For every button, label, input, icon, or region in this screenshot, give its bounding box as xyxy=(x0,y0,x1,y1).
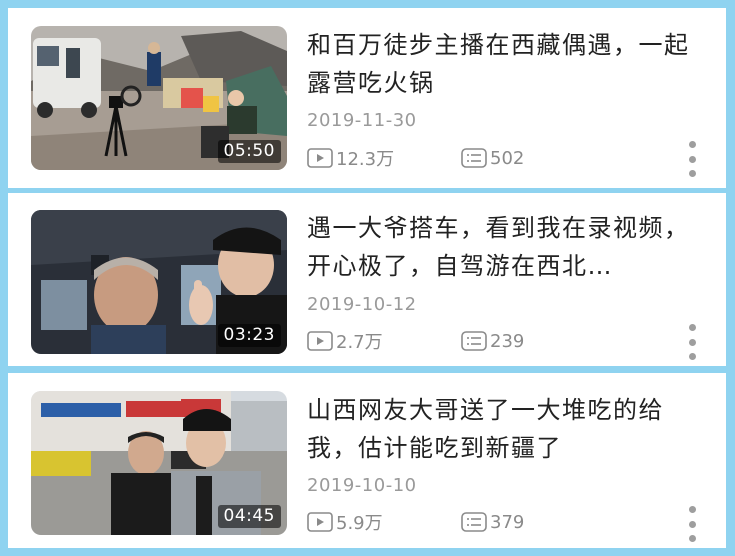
video-duration: 04:45 xyxy=(217,505,281,528)
comment-count-icon xyxy=(461,331,487,351)
video-card[interactable]: 03:23 遇一大爷搭车，看到我在录视频，开心极了，自驾游在西北… 2019-1… xyxy=(8,193,726,366)
comment-count: 379 xyxy=(461,512,524,533)
video-stats: 5.9万 379 xyxy=(307,509,524,535)
view-count: 2.7万 xyxy=(307,328,461,354)
video-stats: 2.7万 239 xyxy=(307,328,524,354)
video-duration: 03:23 xyxy=(217,324,281,347)
more-vertical-icon[interactable] xyxy=(685,324,699,360)
video-stats: 12.3万 502 xyxy=(307,145,524,171)
comment-count: 502 xyxy=(461,148,524,169)
video-title[interactable]: 遇一大爷搭车，看到我在录视频，开心极了，自驾游在西北… xyxy=(307,209,699,285)
play-count-icon xyxy=(307,331,333,351)
comment-count-icon xyxy=(461,512,487,532)
comment-count-value: 239 xyxy=(490,330,525,352)
comment-count: 239 xyxy=(461,331,524,352)
more-vertical-icon[interactable] xyxy=(685,141,699,177)
video-thumbnail[interactable]: 03:23 xyxy=(31,210,287,354)
video-card[interactable]: 05:50 和百万徒步主播在西藏偶遇，一起露营吃火锅 2019-11-30 12… xyxy=(8,8,726,188)
view-count-value: 2.7万 xyxy=(336,332,383,353)
view-count-value: 12.3万 xyxy=(336,149,395,170)
video-date: 2019-11-30 xyxy=(307,110,417,131)
play-count-icon xyxy=(307,148,333,168)
video-title[interactable]: 山西网友大哥送了一大堆吃的给我，估计能吃到新疆了 xyxy=(307,391,699,467)
more-vertical-icon[interactable] xyxy=(685,506,699,542)
video-card[interactable]: 04:45 山西网友大哥送了一大堆吃的给我，估计能吃到新疆了 2019-10-1… xyxy=(8,373,726,548)
comment-count-value: 502 xyxy=(490,147,525,169)
view-count-value: 5.9万 xyxy=(336,513,383,534)
video-thumbnail[interactable]: 04:45 xyxy=(31,391,287,535)
play-count-icon xyxy=(307,512,333,532)
view-count: 5.9万 xyxy=(307,509,461,535)
comment-count-value: 379 xyxy=(490,511,525,533)
video-duration: 05:50 xyxy=(217,140,281,163)
video-date: 2019-10-12 xyxy=(307,294,417,315)
comment-count-icon xyxy=(461,148,487,168)
video-thumbnail[interactable]: 05:50 xyxy=(31,26,287,170)
view-count: 12.3万 xyxy=(307,145,461,171)
video-title[interactable]: 和百万徒步主播在西藏偶遇，一起露营吃火锅 xyxy=(307,26,699,102)
video-date: 2019-10-10 xyxy=(307,475,417,496)
